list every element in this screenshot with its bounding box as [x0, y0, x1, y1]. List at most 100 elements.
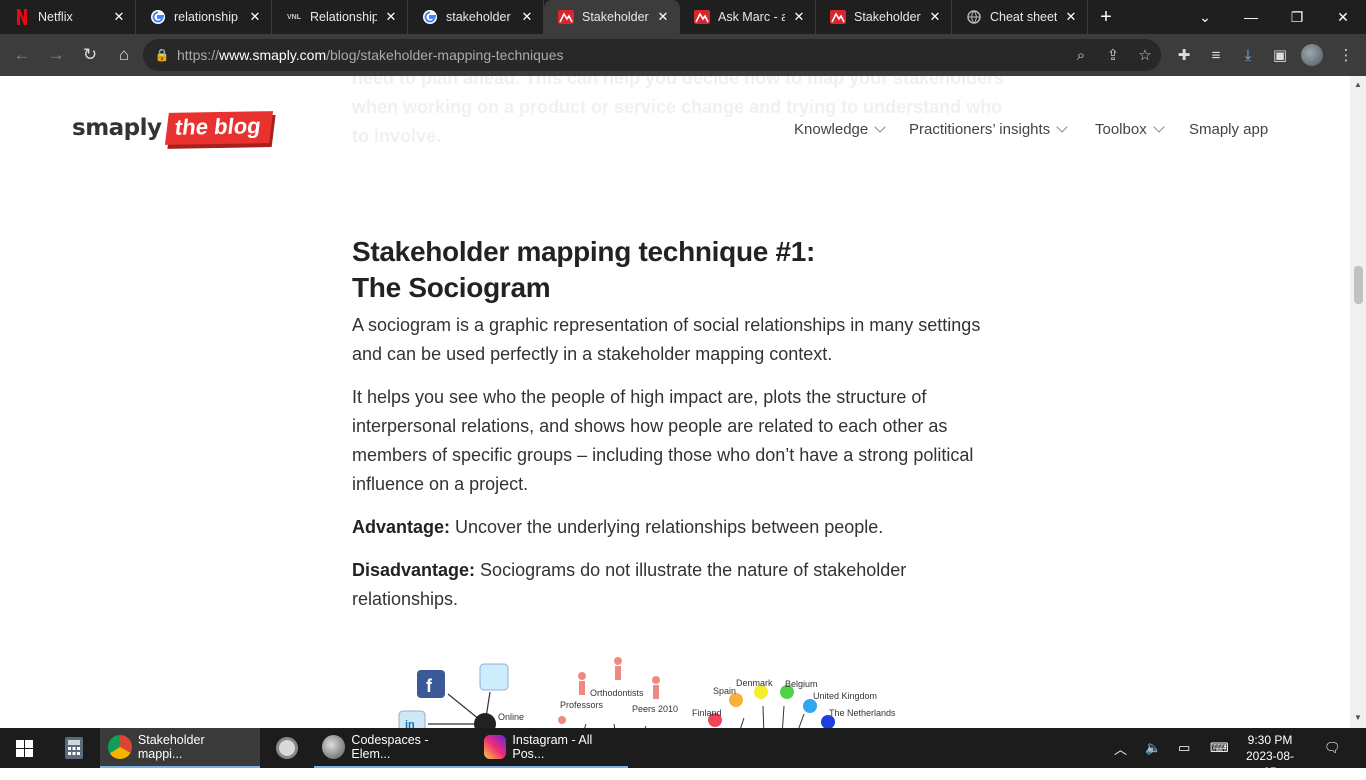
- label-uk: United Kingdom: [813, 691, 877, 701]
- chevron-down-icon: [874, 121, 886, 133]
- sociogram-illustration: f in Online Orthodontists Professors Pee…: [398, 657, 896, 728]
- close-icon[interactable]: ✕: [655, 9, 671, 25]
- tab-stakeholder-active[interactable]: Stakeholder m ✕: [544, 0, 680, 34]
- smaply-icon: [830, 9, 846, 25]
- taskbar-instagram-window[interactable]: Instagram - All Pos...: [476, 728, 628, 768]
- tab-title: Stakeholder m: [854, 10, 921, 24]
- connector-line: [762, 705, 765, 728]
- tab-title: Cheat sheet -: [990, 10, 1057, 24]
- extensions-icon[interactable]: ✚: [1168, 39, 1200, 71]
- home-icon[interactable]: ⌂: [108, 39, 140, 71]
- tab-search-icon[interactable]: ⌄: [1182, 0, 1228, 34]
- codespaces-icon: [322, 735, 346, 759]
- forward-icon[interactable]: →: [40, 39, 72, 71]
- taskbar-codespaces-window[interactable]: Codespaces - Elem...: [314, 728, 476, 768]
- person-node: [652, 676, 660, 684]
- share-icon[interactable]: ⇪: [1097, 46, 1129, 64]
- scrollbar-thumb[interactable]: [1354, 266, 1363, 304]
- keyboard-icon[interactable]: ⌨: [1210, 728, 1236, 768]
- google-icon: [150, 9, 166, 25]
- new-tab-button[interactable]: +: [1088, 0, 1124, 34]
- browser-tab-strip: Netflix ✕ relationship m ✕ VNL Relations…: [0, 0, 1366, 34]
- profile-avatar[interactable]: [1296, 39, 1328, 71]
- connector-line: [740, 717, 745, 728]
- tab-stakeholder-search[interactable]: stakeholder m ✕: [408, 0, 544, 34]
- globe-icon: [966, 9, 982, 25]
- windows-start-icon[interactable]: [0, 728, 48, 768]
- chevron-down-icon: [1153, 121, 1165, 133]
- url-text[interactable]: https://www.smaply.com/blog/stakeholder-…: [177, 47, 1065, 63]
- close-icon[interactable]: ✕: [111, 9, 127, 25]
- chrome-icon: [108, 735, 132, 759]
- calculator-app-icon[interactable]: [48, 728, 100, 768]
- advantage-label: Advantage:: [352, 517, 451, 537]
- scroll-down-arrow-icon[interactable]: ▼: [1353, 713, 1363, 722]
- logo-badge: the blog: [164, 111, 273, 145]
- system-clock[interactable]: 9:30 PM 2023-08-25: [1245, 732, 1295, 780]
- media-control-icon[interactable]: ≡: [1200, 39, 1232, 71]
- volume-icon[interactable]: 🔈: [1145, 728, 1163, 768]
- url-scheme: https://: [177, 47, 220, 63]
- tab-relationship-search[interactable]: relationship m ✕: [136, 0, 272, 34]
- restore-button[interactable]: ❐: [1274, 0, 1320, 34]
- show-hidden-icons-icon[interactable]: ︿: [1114, 728, 1132, 768]
- disadvantage-label: Disadvantage:: [352, 560, 476, 580]
- close-icon[interactable]: ✕: [791, 9, 807, 25]
- lock-icon: 🔒: [154, 48, 170, 62]
- tab-stakeholder-2[interactable]: Stakeholder m ✕: [816, 0, 952, 34]
- tab-cheat-sheet[interactable]: Cheat sheet - ✕: [952, 0, 1088, 34]
- connector-line: [798, 713, 805, 728]
- minimize-button[interactable]: —: [1228, 0, 1274, 34]
- smaply-icon: [694, 9, 710, 25]
- nav-practitioners-insights[interactable]: Practitioners’ insights: [909, 121, 1068, 138]
- label-professors: Professors: [560, 700, 604, 710]
- chevron-down-icon: [1056, 121, 1068, 133]
- tab-title: stakeholder m: [446, 10, 513, 24]
- tab-title: Relationship M: [310, 10, 377, 24]
- close-window-button[interactable]: ✕: [1320, 0, 1366, 34]
- reload-icon[interactable]: ↻: [74, 39, 106, 71]
- address-bar[interactable]: 🔒 https://www.smaply.com/blog/stakeholde…: [143, 39, 1161, 71]
- page-scrollbar[interactable]: ▲ ▼: [1350, 76, 1366, 728]
- taskbar-chrome-window[interactable]: Stakeholder mappi...: [100, 728, 260, 768]
- tab-ask-marc[interactable]: Ask Marc - ab ✕: [680, 0, 816, 34]
- tab-title: relationship m: [174, 10, 241, 24]
- heading-line-1: Stakeholder mapping technique #1:: [352, 236, 816, 267]
- notifications-icon[interactable]: 🗨: [1324, 728, 1342, 768]
- person-node-body: [615, 666, 621, 680]
- photos-app-icon[interactable]: [260, 728, 314, 768]
- close-icon[interactable]: ✕: [927, 9, 943, 25]
- country-node-uk: [803, 699, 817, 713]
- close-icon[interactable]: ✕: [519, 9, 535, 25]
- vnl-icon: VNL: [287, 13, 301, 21]
- back-icon[interactable]: ←: [6, 39, 38, 71]
- label-peers: Peers 2010: [632, 704, 678, 714]
- tab-relationship-vnl[interactable]: VNL Relationship M ✕: [272, 0, 408, 34]
- url-host: www.smaply.com: [219, 47, 327, 63]
- site-logo[interactable]: smaply the blog: [72, 111, 273, 145]
- bookmark-star-icon[interactable]: ☆: [1129, 46, 1161, 64]
- battery-icon[interactable]: ▭: [1178, 728, 1196, 768]
- windows-taskbar: Stakeholder mappi... Codespaces - Elem..…: [0, 728, 1366, 779]
- zoom-icon[interactable]: ⌕: [1065, 47, 1097, 64]
- label-denmark: Denmark: [736, 678, 773, 688]
- nav-smaply-app[interactable]: Smaply app: [1189, 121, 1268, 138]
- close-icon[interactable]: ✕: [383, 9, 399, 25]
- menu-kebab-icon[interactable]: ⋮: [1330, 39, 1362, 71]
- nav-toolbox[interactable]: Toolbox: [1095, 121, 1165, 138]
- tab-netflix[interactable]: Netflix ✕: [0, 0, 136, 34]
- online-node: [474, 713, 496, 728]
- download-icon[interactable]: ⤓: [1232, 39, 1264, 71]
- person-node: [614, 657, 622, 665]
- nav-knowledge[interactable]: Knowledge: [794, 121, 886, 138]
- tab-title: Netflix: [38, 10, 73, 24]
- person-node: [578, 672, 586, 680]
- close-icon[interactable]: ✕: [1063, 9, 1079, 25]
- clock-date: 2023-08-25: [1245, 749, 1295, 779]
- logo-wordmark: smaply: [72, 115, 162, 141]
- scroll-up-arrow-icon[interactable]: ▲: [1353, 80, 1363, 89]
- side-panel-icon[interactable]: ▣: [1264, 39, 1296, 71]
- label-spain: Spain: [713, 686, 736, 696]
- label-finland: Finland: [692, 708, 722, 718]
- close-icon[interactable]: ✕: [247, 9, 263, 25]
